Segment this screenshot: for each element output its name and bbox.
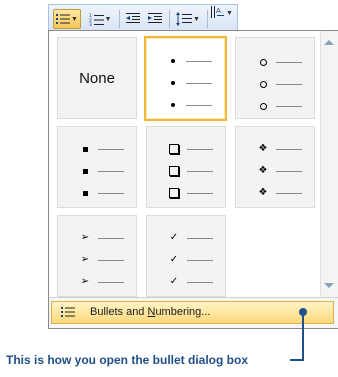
- four-diamonds-icon: ❖: [258, 187, 268, 198]
- svg-text:3: 3: [89, 22, 92, 26]
- paragraph-toolbar: ▼ 1 2 3 ▼ ▼ A ▼: [48, 4, 238, 32]
- check-mark-icon: ✓: [169, 276, 179, 287]
- scroll-down-icon[interactable]: [324, 283, 334, 288]
- sort-button[interactable]: A ▼: [209, 5, 235, 21]
- numbering-icon: 1 2 3: [89, 13, 104, 26]
- chevron-down-icon: ▼: [226, 9, 233, 17]
- four-diamonds-icon: ❖: [258, 165, 268, 176]
- bullet-option-none[interactable]: None: [57, 37, 137, 119]
- bullet-option-small-dot[interactable]: [144, 36, 227, 121]
- bullet-dot-icon: [166, 103, 180, 107]
- hollow-circle-icon: [256, 58, 270, 66]
- line-spacing-icon: [176, 12, 193, 26]
- line-spacing-button[interactable]: ▼: [173, 9, 203, 29]
- bullet-option-four-diamonds[interactable]: ❖ ❖ ❖: [235, 126, 315, 208]
- bullet-option-arrowhead[interactable]: ➢ ➢ ➢: [57, 215, 137, 297]
- bullet-library-dropdown: None ❖ ❖ ❖ ➢ ➢ ➢ ✓ ✓ ✓ Bullets and Numbe…: [48, 30, 338, 329]
- chevron-down-icon: ▼: [71, 15, 78, 23]
- bullet-option-hollow-square[interactable]: [146, 126, 226, 208]
- hollow-circle-icon: [256, 102, 270, 110]
- toolbar-separator: [119, 10, 120, 28]
- chevron-down-icon: ▼: [193, 15, 200, 23]
- toolbar-separator: [169, 10, 170, 28]
- none-label: None: [79, 70, 115, 87]
- gallery-scrollbar[interactable]: [320, 31, 338, 298]
- svg-text:A: A: [216, 7, 221, 15]
- callout-line: [302, 315, 304, 360]
- callout-line: [290, 359, 304, 361]
- bullet-dot-icon: [166, 81, 180, 85]
- hollow-circle-icon: [256, 80, 270, 88]
- filled-square-icon: [78, 168, 92, 174]
- bullets-button[interactable]: ▼: [53, 9, 81, 29]
- bullet-dot-icon: [166, 59, 180, 63]
- toolbar-separator: [207, 10, 208, 28]
- bullets-and-numbering-label: Bullets and Numbering...: [90, 306, 211, 318]
- hollow-square-icon: [167, 166, 181, 176]
- bullet-option-check-mark[interactable]: ✓ ✓ ✓: [146, 215, 226, 297]
- callout-caption: This is how you open the bullet dialog b…: [6, 353, 249, 367]
- bullets-and-numbering-button[interactable]: Bullets and Numbering...: [51, 301, 334, 324]
- arrowhead-icon: ➢: [80, 254, 90, 265]
- bullets-icon: [56, 14, 71, 24]
- arrowhead-icon: ➢: [80, 232, 90, 243]
- scroll-up-icon[interactable]: [324, 40, 334, 45]
- bullet-option-filled-square[interactable]: [57, 126, 137, 208]
- four-diamonds-icon: ❖: [258, 143, 268, 154]
- bullets-icon: [61, 307, 75, 317]
- filled-square-icon: [78, 190, 92, 196]
- increase-indent-button[interactable]: [145, 9, 165, 29]
- sort-icon: A: [211, 6, 225, 18]
- hollow-square-icon: [167, 188, 181, 198]
- filled-square-icon: [78, 146, 92, 152]
- increase-indent-icon: [148, 13, 162, 23]
- decrease-indent-button[interactable]: [123, 9, 143, 29]
- decrease-indent-icon: [126, 13, 140, 23]
- chevron-down-icon: ▼: [104, 15, 112, 23]
- bullet-option-hollow-circle[interactable]: [235, 37, 315, 119]
- dropdown-footer: Bullets and Numbering...: [49, 297, 338, 328]
- arrowhead-icon: ➢: [80, 276, 90, 287]
- check-mark-icon: ✓: [169, 232, 179, 243]
- check-mark-icon: ✓: [169, 254, 179, 265]
- hollow-square-icon: [167, 144, 181, 154]
- numbering-button[interactable]: 1 2 3 ▼: [85, 9, 115, 29]
